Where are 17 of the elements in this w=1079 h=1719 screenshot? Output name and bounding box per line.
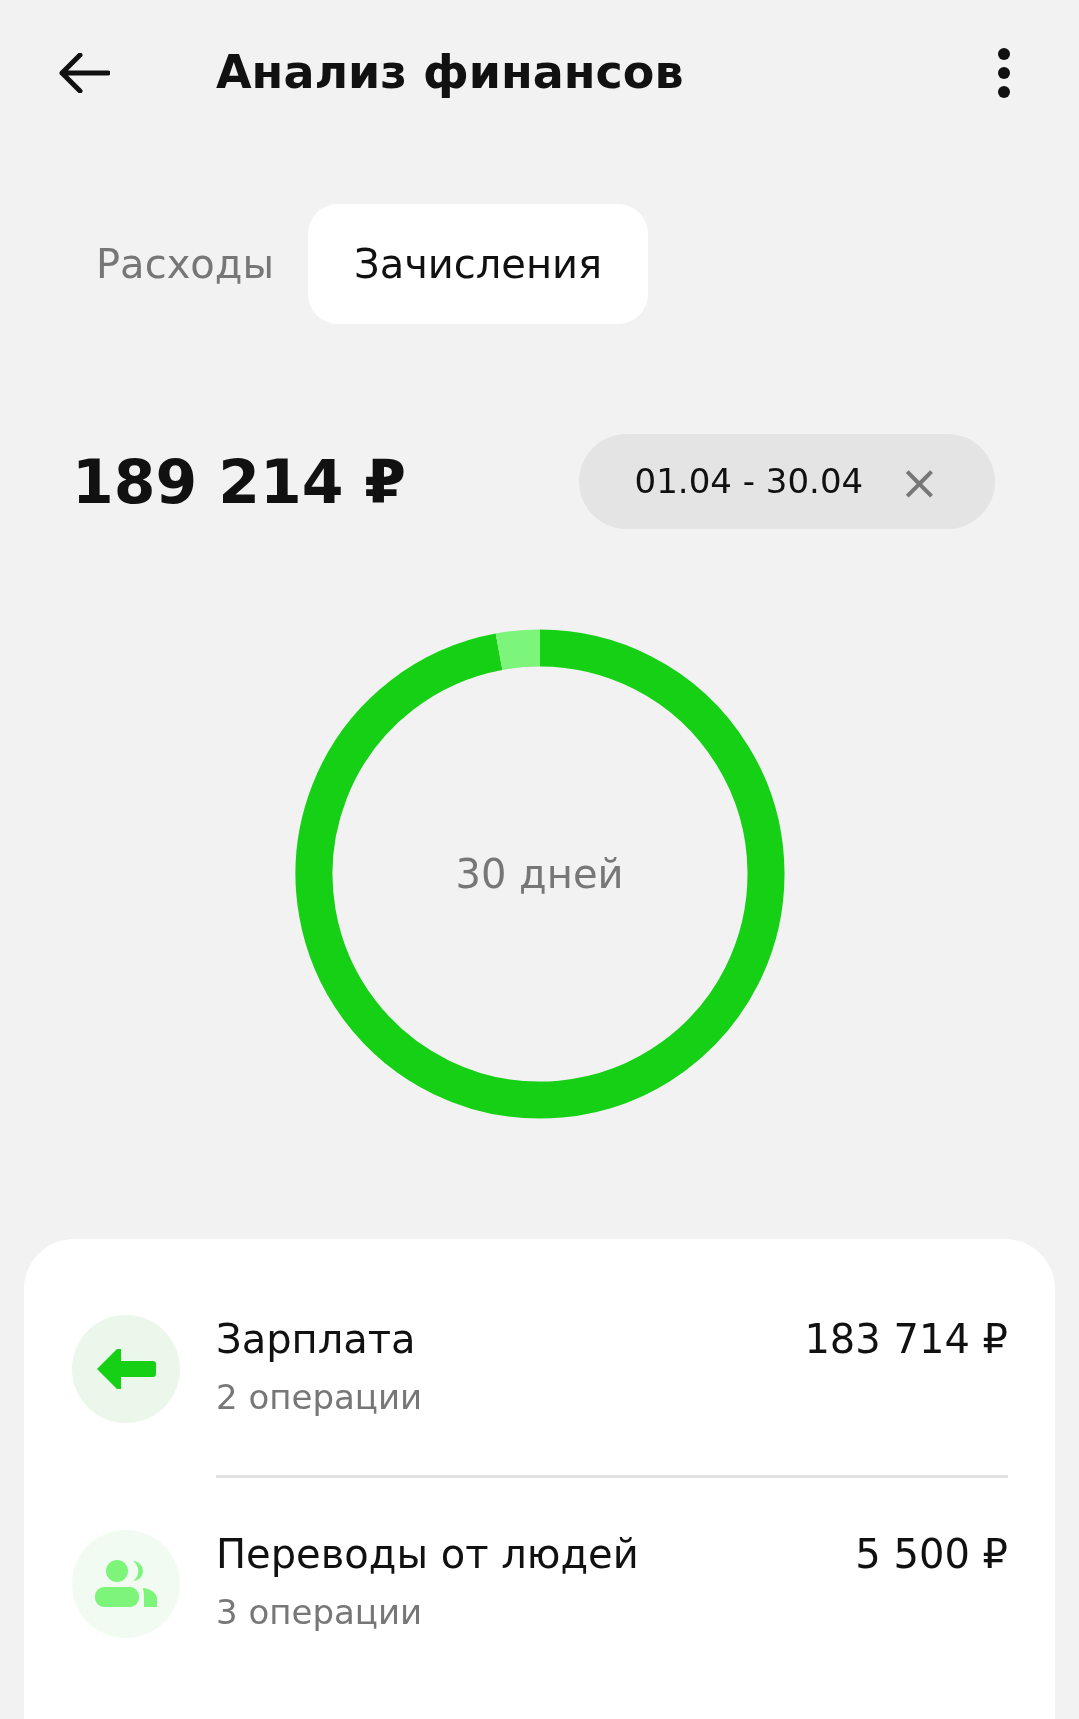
screen-title: Анализ финансов <box>216 44 684 101</box>
category-amount: 183 714 ₽ <box>804 1315 1008 1363</box>
category-amount: 5 500 ₽ <box>855 1530 1008 1578</box>
operations-count: 2 операции <box>216 1377 423 1417</box>
category-title: Зарплата <box>216 1315 417 1363</box>
total-amount: 189 214 ₽ <box>72 445 406 519</box>
operations-count: 3 операции <box>216 1592 424 1632</box>
tab[interactable]: Расходы <box>72 204 298 324</box>
clear-period-button[interactable]: × <box>899 457 940 506</box>
tab[interactable]: Зачисления <box>308 204 649 324</box>
period-days-label: 30 дней <box>455 850 624 899</box>
period-label: 01.04 - 30.04 <box>634 460 864 503</box>
category-row[interactable]: Переводы от людей 3 операции 5 500 ₽ <box>24 1530 1055 1638</box>
more-icon <box>997 47 1011 98</box>
period-chip[interactable]: 01.04 - 30.04 × <box>579 434 995 529</box>
category-title: Переводы от людей <box>216 1530 639 1578</box>
category-row[interactable]: Зарплата 2 операции 183 714 ₽ <box>24 1315 1055 1423</box>
